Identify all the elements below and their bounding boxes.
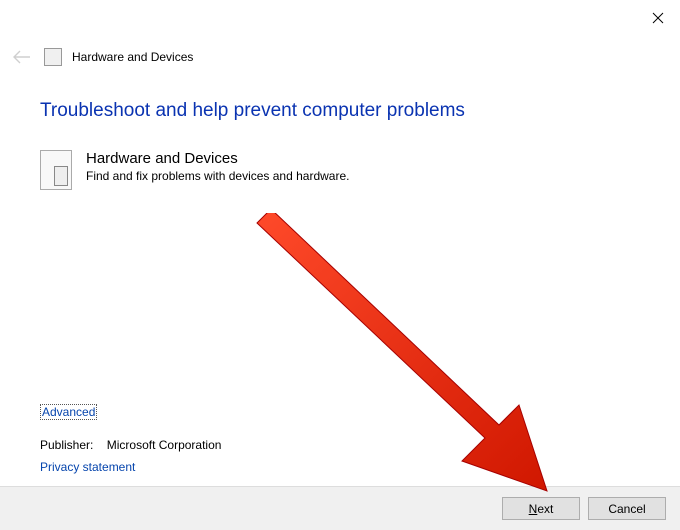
- section-title: Hardware and Devices: [86, 150, 349, 167]
- close-button[interactable]: [646, 6, 670, 30]
- troubleshooter-icon: [44, 48, 62, 66]
- content-area: Troubleshoot and help prevent computer p…: [40, 100, 640, 190]
- cancel-button[interactable]: Cancel: [588, 497, 666, 520]
- back-arrow-icon: [13, 50, 31, 64]
- links-area: Advanced Publisher: Microsoft Corporatio…: [40, 404, 221, 474]
- hardware-devices-icon: [40, 150, 72, 190]
- section-description: Find and fix problems with devices and h…: [86, 169, 349, 183]
- section-text: Hardware and Devices Find and fix proble…: [86, 150, 349, 183]
- back-button[interactable]: [10, 45, 34, 69]
- next-button[interactable]: Next: [502, 497, 580, 520]
- next-label-suffix: ext: [537, 502, 553, 516]
- privacy-statement-link[interactable]: Privacy statement: [40, 460, 135, 474]
- main-heading: Troubleshoot and help prevent computer p…: [40, 100, 640, 122]
- advanced-link[interactable]: Advanced: [40, 404, 97, 420]
- publisher-label: Publisher:: [40, 438, 93, 452]
- button-bar: Next Cancel: [0, 486, 680, 530]
- troubleshooter-section: Hardware and Devices Find and fix proble…: [40, 150, 640, 190]
- header-title: Hardware and Devices: [72, 50, 193, 64]
- publisher-info: Publisher: Microsoft Corporation: [40, 438, 221, 452]
- annotation-arrow: [237, 213, 577, 503]
- close-icon: [652, 12, 664, 24]
- header: Hardware and Devices: [10, 45, 193, 69]
- publisher-value: Microsoft Corporation: [107, 438, 222, 452]
